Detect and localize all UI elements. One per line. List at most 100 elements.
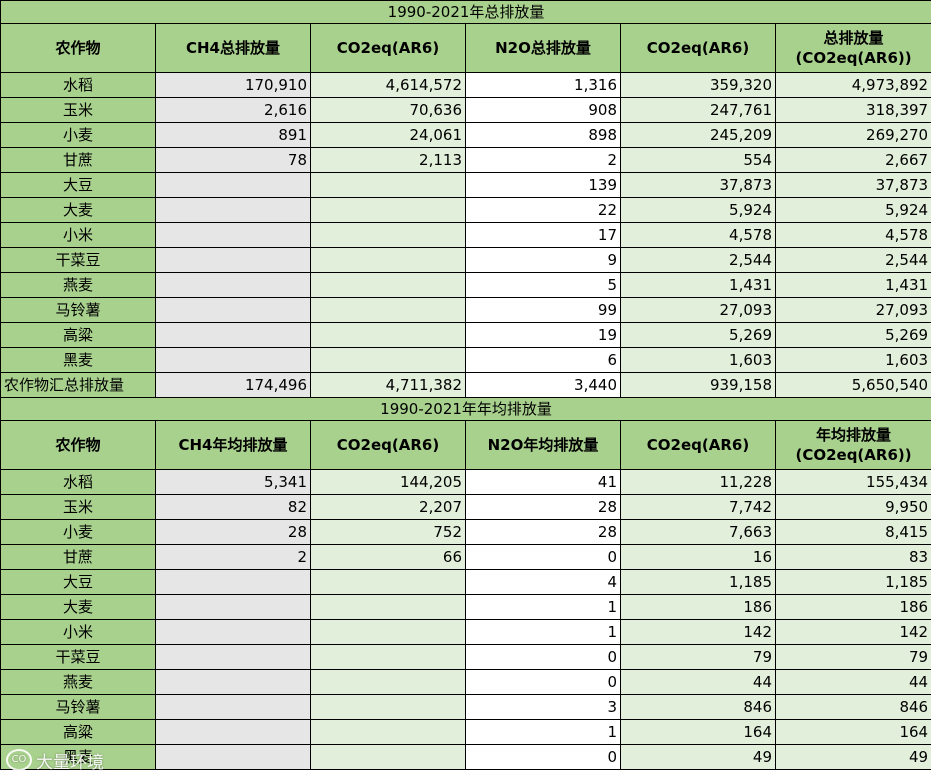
n2o-value: 9 [465,247,621,273]
crop-name: 高粱 [0,719,156,745]
total-emissions-section: 1990-2021年总排放量 农作物 CH4总排放量 CO2eq(AR6) N2… [0,0,931,73]
total-co2eq-value: 49 [774,744,931,770]
crop-name: 小麦 [0,122,156,148]
n2o-co2eq-value: 16 [620,544,776,570]
annual-emissions-section: 1990-2021年年均排放量 农作物 CH4年均排放量 CO2eq(AR6) … [0,397,931,470]
n2o-co2eq-value: 4,578 [620,222,776,248]
ch4-value: 78 [155,147,311,173]
n2o-co2eq-value: 49 [620,744,776,770]
total-n2o: 3,440 [465,372,621,398]
total-co2eq-value: 1,431 [774,272,931,298]
table-row: 甘蔗 78 2,113 2 554 2,667 [0,147,931,173]
n2o-value: 0 [465,669,621,695]
crop-name: 小米 [0,222,156,248]
n2o-value: 3 [465,694,621,720]
ch4-co2eq-value [310,644,466,670]
total-row-label: 农作物汇总排放量 [0,372,156,398]
total-co2eq-value: 846 [774,694,931,720]
crop-name: 玉米 [0,97,156,123]
ch4-co2eq-value: 70,636 [310,97,466,123]
table-row: 马铃薯 99 27,093 27,093 [0,297,931,323]
total-emissions-title: 1990-2021年总排放量 [0,0,931,24]
ch4-co2eq-value: 24,061 [310,122,466,148]
ch4-co2eq-value [310,594,466,620]
ch4-co2eq-value [310,322,466,348]
total-co2eq-value: 79 [774,644,931,670]
n2o-co2eq-value: 7,663 [620,519,776,545]
table-row: 小米 1 142 142 [0,619,931,645]
n2o-co2eq-value: 79 [620,644,776,670]
n2o-co2eq-value: 245,209 [620,122,776,148]
crop-name: 小米 [0,619,156,645]
ch4-value [155,197,311,223]
ch4-co2eq-value: 752 [310,519,466,545]
n2o-value: 0 [465,644,621,670]
ch4-value: 2 [155,544,311,570]
n2o-co2eq-value: 846 [620,694,776,720]
n2o-value: 41 [465,469,621,495]
crop-name: 干菜豆 [0,247,156,273]
n2o-co2eq-value: 164 [620,719,776,745]
crop-name: 水稻 [0,469,156,495]
n2o-value: 2 [465,147,621,173]
emissions-table: 1990-2021年总排放量 农作物 CH4总排放量 CO2eq(AR6) N2… [0,0,931,770]
table-row: 小麦 891 24,061 898 245,209 269,270 [0,122,931,148]
total-row: 农作物汇总排放量 174,496 4,711,382 3,440 939,158… [0,372,931,398]
ch4-value [155,594,311,620]
crop-name: 甘蔗 [0,147,156,173]
ch4-value: 5,341 [155,469,311,495]
table-row: 高粱 19 5,269 5,269 [0,322,931,348]
n2o-value: 6 [465,347,621,373]
ch4-co2eq-value: 2,207 [310,494,466,520]
ch4-value [155,172,311,198]
n2o-co2eq-value: 11,228 [620,469,776,495]
n2o-co2eq-value: 1,603 [620,347,776,373]
crop-name: 马铃薯 [0,694,156,720]
ch4-co2eq-value [310,197,466,223]
total-co2eq-value: 1,603 [774,347,931,373]
total-co2eq-value: 2,544 [774,247,931,273]
total-co2eq-value: 37,873 [774,172,931,198]
ch4-co2eq-value [310,719,466,745]
table-row: 燕麦 5 1,431 1,431 [0,272,931,298]
total-co2eq-value: 27,093 [774,297,931,323]
n2o-value: 4 [465,569,621,595]
header-crop: 农作物 [0,23,156,73]
ch4-value: 2,616 [155,97,311,123]
crop-name: 大麦 [0,197,156,223]
total-emissions-footer: 农作物汇总排放量 174,496 4,711,382 3,440 939,158… [0,372,931,398]
ch4-value [155,322,311,348]
table-row: 大豆 139 37,873 37,873 [0,172,931,198]
total-co2eq-value: 164 [774,719,931,745]
n2o-co2eq-value: 37,873 [620,172,776,198]
table-row: 黑麦 6 1,603 1,603 [0,347,931,373]
ch4-co2eq-value [310,172,466,198]
ch4-value [155,744,311,770]
table-row: 玉米 82 2,207 28 7,742 9,950 [0,494,931,520]
total-co2eq-value: 44 [774,669,931,695]
annual-emissions-title-row: 1990-2021年年均排放量 [0,397,931,421]
n2o-co2eq-value: 554 [620,147,776,173]
n2o-co2eq-value: 44 [620,669,776,695]
total-ch4-co2eq: 4,711,382 [310,372,466,398]
n2o-co2eq-value: 1,431 [620,272,776,298]
crop-name: 小麦 [0,519,156,545]
crop-name: 大豆 [0,569,156,595]
table-row: 大豆 4 1,185 1,185 [0,569,931,595]
n2o-co2eq-value: 142 [620,619,776,645]
total-co2eq-value: 8,415 [774,519,931,545]
total-co2eq-value: 318,397 [774,97,931,123]
ch4-value: 82 [155,494,311,520]
total-co2eq-value: 5,269 [774,322,931,348]
crop-name: 燕麦 [0,669,156,695]
table-row: 干菜豆 0 79 79 [0,644,931,670]
header-total-co2eq: 总排放量 (CO2eq(AR6)) [774,23,931,73]
total-emissions-header-row: 农作物 CH4总排放量 CO2eq(AR6) N2O总排放量 CO2eq(AR6… [0,23,931,73]
annual-emissions-body: 水稻 5,341 144,205 41 11,228 155,434 玉米 82 2,207 28… [0,469,931,770]
table-row: 玉米 2,616 70,636 908 247,761 318,397 [0,97,931,123]
n2o-value: 0 [465,744,621,770]
ch4-value [155,694,311,720]
total-co2eq-value: 5,924 [774,197,931,223]
table-row: 马铃薯 3 846 846 [0,694,931,720]
table-row: 小米 17 4,578 4,578 [0,222,931,248]
